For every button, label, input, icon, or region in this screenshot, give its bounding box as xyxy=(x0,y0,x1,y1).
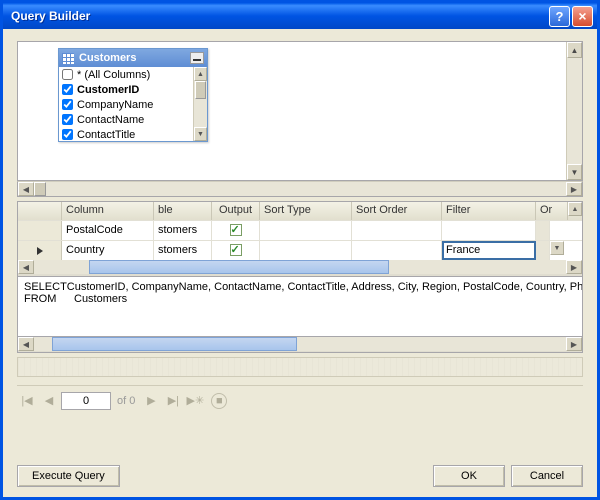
column-checkbox[interactable] xyxy=(62,129,73,140)
nav-last-button[interactable]: ▶| xyxy=(163,392,183,410)
column-label: ContactTitle xyxy=(77,129,135,141)
grid-row[interactable]: PostalCode stomers xyxy=(18,220,582,240)
col-header-output[interactable]: Output xyxy=(212,202,260,220)
table-window-customers[interactable]: Customers * (All Columns) CustomerID Com… xyxy=(58,48,208,142)
column-row: ContactName xyxy=(59,112,207,127)
results-pane[interactable] xyxy=(17,357,583,377)
cell-output[interactable] xyxy=(212,221,260,240)
column-checkbox[interactable] xyxy=(62,84,73,95)
cell-column[interactable]: PostalCode xyxy=(62,221,154,240)
cell-sorttype[interactable] xyxy=(260,241,352,260)
diagram-hscrollbar[interactable]: ◀ ▶ xyxy=(17,181,583,197)
ok-button[interactable]: OK xyxy=(433,465,505,487)
column-checkbox[interactable] xyxy=(62,114,73,125)
cell-table[interactable]: stomers xyxy=(154,221,212,240)
column-list-scrollbar[interactable]: ▲ ▼ xyxy=(193,67,207,141)
scroll-thumb[interactable] xyxy=(89,260,389,274)
grid-hscrollbar[interactable]: ◀ ▶ xyxy=(18,260,582,276)
column-list[interactable]: * (All Columns) CustomerID CompanyName C… xyxy=(59,67,207,141)
scroll-down-icon[interactable]: ▼ xyxy=(194,127,207,141)
check-icon xyxy=(230,224,242,236)
scroll-right-icon[interactable]: ▶ xyxy=(566,182,582,196)
column-row: CompanyName xyxy=(59,97,207,112)
scroll-up-icon[interactable]: ▲ xyxy=(568,202,582,216)
col-header-table[interactable]: ble xyxy=(154,202,212,220)
execute-query-button[interactable]: Execute Query xyxy=(17,465,120,487)
nav-of-label: of 0 xyxy=(117,395,135,407)
help-button[interactable]: ? xyxy=(549,6,570,27)
scroll-up-icon[interactable]: ▲ xyxy=(567,42,582,58)
sql-from-kw: FROM xyxy=(24,293,74,305)
nav-next-button[interactable]: ▶ xyxy=(141,392,161,410)
record-nav: |◀ ◀ of 0 ▶ ▶| ▶✳ ■ xyxy=(17,385,583,409)
scroll-up-icon[interactable]: ▲ xyxy=(194,67,207,81)
column-checkbox[interactable] xyxy=(62,99,73,110)
cell-sorttype[interactable] xyxy=(260,221,352,240)
nav-prev-button[interactable]: ◀ xyxy=(39,392,59,410)
sql-select-kw: SELECT xyxy=(24,281,67,293)
table-icon xyxy=(62,53,74,64)
cell-or[interactable] xyxy=(536,241,550,260)
col-header-sortorder[interactable]: Sort Order xyxy=(352,202,442,220)
sql-from-table: Customers xyxy=(74,293,127,305)
diagram-vscrollbar[interactable]: ▲ ▼ xyxy=(566,42,582,180)
cancel-button[interactable]: Cancel xyxy=(511,465,583,487)
scroll-right-icon[interactable]: ▶ xyxy=(566,337,582,351)
scroll-thumb[interactable] xyxy=(195,81,206,99)
sql-select-cols: CustomerID, CompanyName, ContactName, Co… xyxy=(67,281,583,293)
column-label: CustomerID xyxy=(77,84,139,96)
row-header-cell xyxy=(18,202,62,220)
current-row-icon xyxy=(37,247,43,255)
column-label: * (All Columns) xyxy=(77,69,150,81)
scroll-left-icon[interactable]: ◀ xyxy=(18,260,34,274)
scroll-left-icon[interactable]: ◀ xyxy=(18,182,34,196)
table-window-titlebar[interactable]: Customers xyxy=(59,49,207,67)
cell-output[interactable] xyxy=(212,241,260,260)
nav-stop-button[interactable]: ■ xyxy=(211,393,227,409)
dialog-footer: Execute Query OK Cancel xyxy=(17,455,583,487)
scroll-down-icon[interactable]: ▼ xyxy=(550,241,564,255)
titlebar: Query Builder ? × xyxy=(3,3,597,29)
sql-hscrollbar[interactable]: ◀ ▶ xyxy=(17,337,583,353)
nav-new-button[interactable]: ▶✳ xyxy=(185,392,205,410)
cell-sortorder[interactable] xyxy=(352,241,442,260)
cell-table[interactable]: stomers xyxy=(154,241,212,260)
window-title: Query Builder xyxy=(7,9,547,23)
col-header-or[interactable]: Or xyxy=(536,202,568,220)
grid-row[interactable]: Country stomers France ▼ xyxy=(18,240,582,260)
scroll-down-icon[interactable]: ▼ xyxy=(567,164,582,180)
scroll-left-icon[interactable]: ◀ xyxy=(18,337,34,351)
client-area: Customers * (All Columns) CustomerID Com… xyxy=(3,29,597,497)
cell-filter[interactable] xyxy=(442,221,536,240)
cell-column[interactable]: Country xyxy=(62,241,154,260)
scroll-thumb[interactable] xyxy=(34,182,46,196)
row-selector[interactable] xyxy=(18,241,62,260)
column-checkbox[interactable] xyxy=(62,69,73,80)
diagram-pane[interactable]: Customers * (All Columns) CustomerID Com… xyxy=(17,41,583,181)
column-label: ContactName xyxy=(77,114,144,126)
cell-or[interactable] xyxy=(536,221,550,240)
scroll-thumb[interactable] xyxy=(52,337,297,351)
minimize-button[interactable] xyxy=(190,52,204,64)
column-label: CompanyName xyxy=(77,99,153,111)
cell-sortorder[interactable] xyxy=(352,221,442,240)
cell-filter[interactable]: France xyxy=(442,241,536,260)
scroll-right-icon[interactable]: ▶ xyxy=(566,260,582,274)
column-row: CustomerID xyxy=(59,82,207,97)
col-header-filter[interactable]: Filter xyxy=(442,202,536,220)
col-header-column[interactable]: Column xyxy=(62,202,154,220)
table-name: Customers xyxy=(79,52,190,64)
column-row: * (All Columns) xyxy=(59,67,207,82)
close-button[interactable]: × xyxy=(572,6,593,27)
criteria-grid[interactable]: Column ble Output Sort Type Sort Order F… xyxy=(17,201,583,277)
col-header-sorttype[interactable]: Sort Type xyxy=(260,202,352,220)
check-icon xyxy=(230,244,242,256)
row-selector[interactable] xyxy=(18,221,62,240)
sql-pane[interactable]: SELECTCustomerID, CompanyName, ContactNa… xyxy=(17,277,583,337)
nav-first-button[interactable]: |◀ xyxy=(17,392,37,410)
nav-position-input[interactable] xyxy=(61,392,111,410)
column-row: ContactTitle xyxy=(59,127,207,141)
grid-header-row: Column ble Output Sort Type Sort Order F… xyxy=(18,202,582,220)
